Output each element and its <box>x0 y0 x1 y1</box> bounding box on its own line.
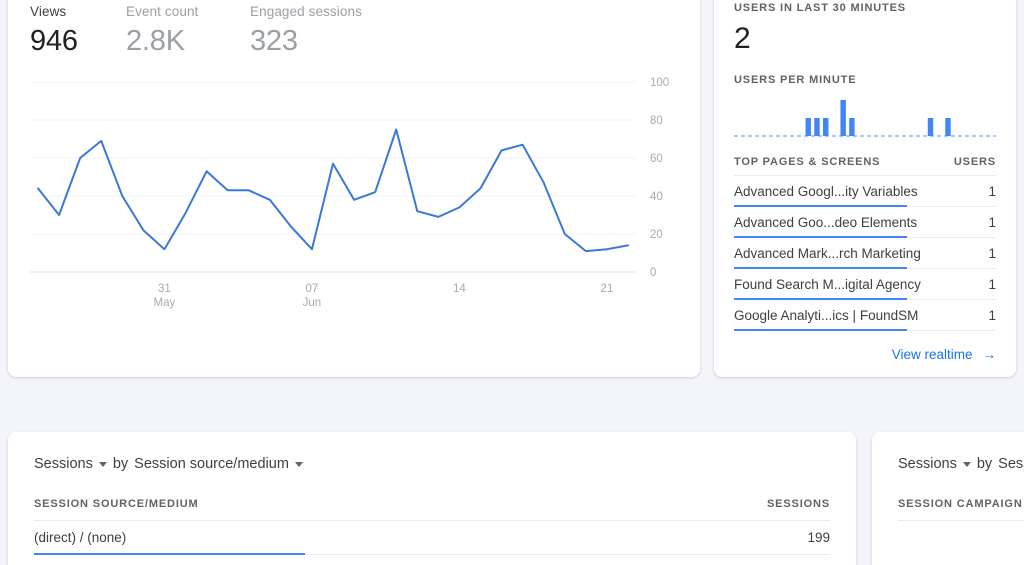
view-realtime-link[interactable]: View realtime → <box>892 347 996 362</box>
top-pages-row[interactable]: Found Search M...igital Agency 1 <box>734 269 996 300</box>
top-pages-row-value: 1 <box>988 184 996 199</box>
users-per-minute-label: USERS PER MINUTE <box>734 74 857 86</box>
top-pages-row[interactable]: Advanced Mark...rch Marketing 1 <box>734 238 996 269</box>
top-pages-row-label: Advanced Mark...rch Marketing <box>734 246 921 261</box>
svg-text:Jun: Jun <box>303 297 322 309</box>
col-sessions: SESSIONS <box>766 498 830 510</box>
col-top-pages: TOP PAGES & SCREENS <box>734 156 881 168</box>
metric-dropdown-label: Sessions <box>898 456 957 472</box>
top-pages-row-label: Google Analyti...ics | FoundSM <box>734 308 919 323</box>
svg-text:40: 40 <box>650 191 663 203</box>
controls-joiner: by <box>112 456 129 472</box>
svg-text:100: 100 <box>650 77 669 89</box>
top-pages-row-label: Found Search M...igital Agency <box>734 277 921 292</box>
sessions-campaign-controls: Sessions by Sessi <box>872 432 1024 472</box>
col-session-source-medium: SESSION SOURCE/MEDIUM <box>34 498 199 510</box>
chevron-down-icon <box>962 461 971 467</box>
metric-engaged-sessions[interactable]: Engaged sessions 323 <box>250 4 362 58</box>
chevron-down-icon <box>294 461 303 467</box>
arrow-right-icon: → <box>982 346 997 362</box>
svg-text:60: 60 <box>650 153 663 165</box>
svg-text:May: May <box>154 297 176 309</box>
analytics-dashboard: Views 946 Event count 2.8K Engaged sessi… <box>0 0 1024 565</box>
overview-card: Views 946 Event count 2.8K Engaged sessi… <box>8 0 700 377</box>
top-pages-row-value: 1 <box>988 215 996 230</box>
metrics-summary-row: Views 946 Event count 2.8K Engaged sessi… <box>30 4 362 58</box>
metric-value: 946 <box>30 25 78 57</box>
dimension-dropdown-label: Session source/medium <box>134 456 289 472</box>
metric-label: Event count <box>126 4 199 19</box>
metric-label: Views <box>30 4 67 19</box>
top-pages-row-label: Advanced Goo...deo Elements <box>734 215 918 230</box>
users-per-minute-bar-chart[interactable] <box>734 96 996 144</box>
svg-text:31: 31 <box>158 283 171 295</box>
col-session-campaign: SESSION CAMPAIGN <box>898 498 1023 510</box>
dimension-dropdown-session-source-medium[interactable]: Session source/medium <box>134 456 303 472</box>
views-line-chart[interactable]: 0 20 40 60 80 100 31 May 07 Jun 14 21 <box>8 54 700 324</box>
metric-value: 323 <box>250 25 298 57</box>
top-pages-row-value: 1 <box>988 277 996 292</box>
line-chart-svg: 0 20 40 60 80 100 31 May 07 Jun 14 21 <box>30 77 669 309</box>
realtime-card-footer: View realtime → <box>734 347 996 362</box>
realtime-card: USERS IN LAST 30 MINUTES 2 USERS PER MIN… <box>714 0 1016 377</box>
top-pages-row[interactable]: Advanced Goo...deo Elements 1 <box>734 207 996 238</box>
dimension-dropdown-session-campaign[interactable]: Sessi <box>998 456 1024 472</box>
sessions-source-table-body: (direct) / (none) 199 <box>8 521 856 555</box>
sessions-source-table-header: SESSION SOURCE/MEDIUM SESSIONS <box>34 498 830 521</box>
svg-text:07: 07 <box>306 283 319 295</box>
sessions-source-row-label: (direct) / (none) <box>34 530 127 545</box>
svg-text:14: 14 <box>453 283 466 295</box>
metric-value: 2.8K <box>126 25 185 57</box>
sessions-by-source-medium-card: Sessions by Session source/medium SESSIO… <box>8 432 856 565</box>
col-users: USERS <box>953 156 996 168</box>
top-pages-row-bar <box>734 329 907 331</box>
view-realtime-label: View realtime <box>891 347 973 362</box>
controls-joiner: by <box>976 456 993 472</box>
chevron-down-icon <box>98 461 107 467</box>
top-pages-row-value: 1 <box>988 246 996 261</box>
sessions-source-row[interactable]: (direct) / (none) 199 <box>34 521 830 555</box>
metric-dropdown-label: Sessions <box>34 456 93 472</box>
metric-dropdown-sessions[interactable]: Sessions <box>898 456 971 472</box>
sessions-by-campaign-card: Sessions by Sessi SESSION CAMPAIGN <box>872 432 1024 565</box>
metric-event-count[interactable]: Event count 2.8K <box>126 4 250 58</box>
top-pages-row[interactable]: Google Analyti...ics | FoundSM 1 <box>734 300 996 331</box>
top-pages-table-header: TOP PAGES & SCREENS USERS <box>734 156 996 176</box>
dimension-dropdown-label: Sessi <box>998 456 1024 472</box>
metric-views[interactable]: Views 946 <box>30 4 126 58</box>
top-pages-row-value: 1 <box>988 308 996 323</box>
sessions-campaign-table-header: SESSION CAMPAIGN <box>898 498 1024 521</box>
svg-text:0: 0 <box>650 267 656 279</box>
users-last-30-min-label: USERS IN LAST 30 MINUTES <box>734 2 906 14</box>
metric-label: Engaged sessions <box>250 4 362 19</box>
top-pages-table-body: Advanced Googl...ity Variables 1 Advanced … <box>734 176 996 331</box>
sessions-source-controls: Sessions by Session source/medium <box>8 432 856 472</box>
sessions-source-row-value: 199 <box>807 530 830 545</box>
metric-dropdown-sessions[interactable]: Sessions <box>34 456 107 472</box>
users-last-30-min-value: 2 <box>734 22 751 55</box>
top-pages-row[interactable]: Advanced Googl...ity Variables 1 <box>734 176 996 207</box>
top-pages-row-label: Advanced Googl...ity Variables <box>734 184 918 199</box>
svg-text:20: 20 <box>650 229 663 241</box>
svg-text:21: 21 <box>601 283 614 295</box>
sessions-source-row-bar <box>34 553 305 555</box>
svg-text:80: 80 <box>650 115 663 127</box>
